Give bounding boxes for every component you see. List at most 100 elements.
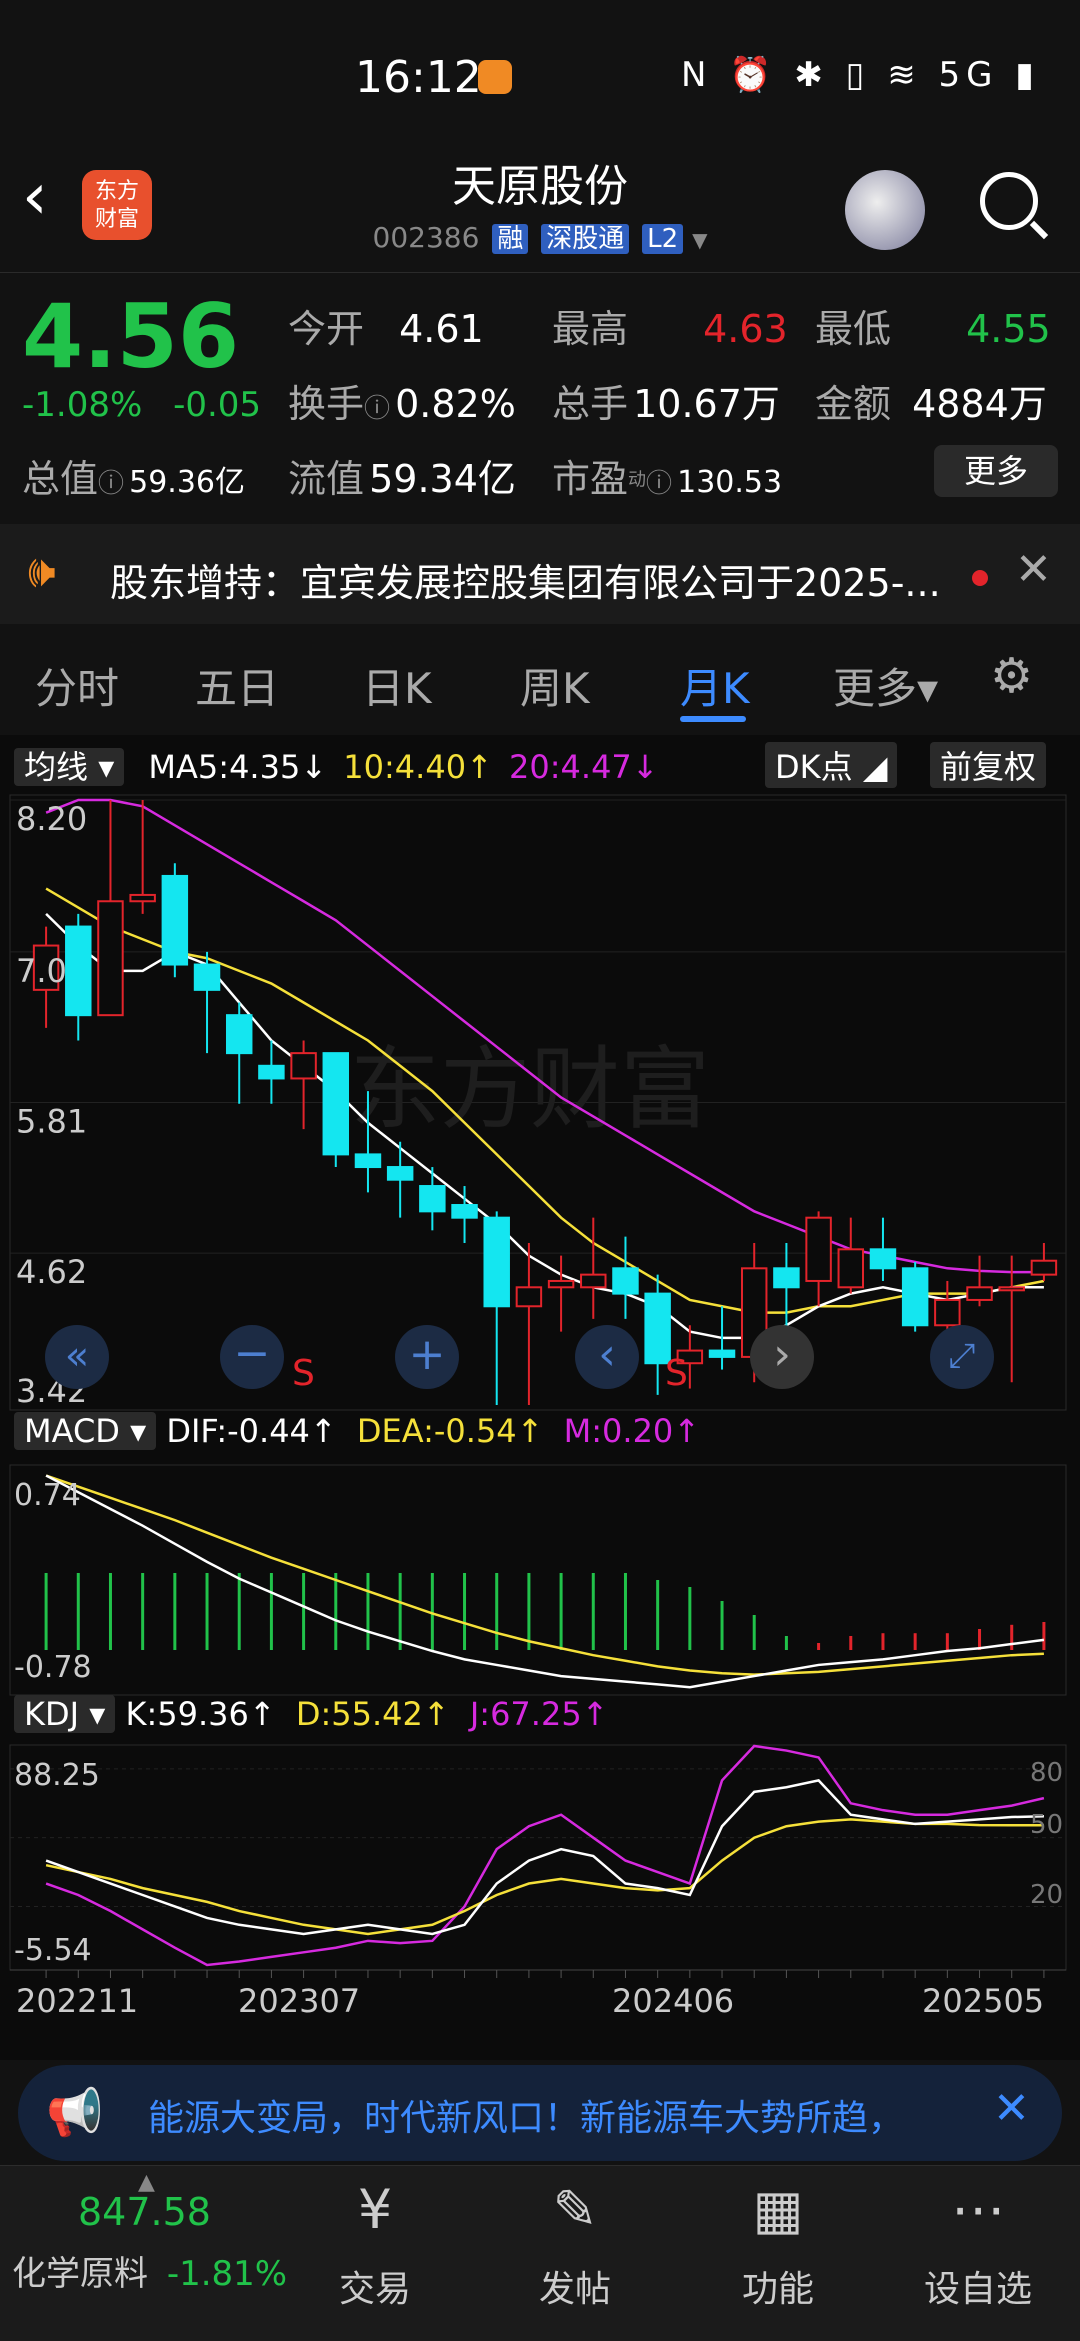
low-label: 最低 (815, 307, 892, 351)
adjust-button[interactable]: 前复权 (930, 742, 1047, 788)
kline-y-tick: 5.81 (16, 1103, 87, 1141)
candle-body (612, 1267, 639, 1295)
banner-text: 能源大变局，时代新风口！新能源车大势所趋， (148, 2098, 905, 2139)
macd-selector[interactable]: MACD ▾ (14, 1412, 157, 1450)
turnover-cell: 换手ⓘ 0.82% (288, 373, 516, 428)
index-row[interactable]: 化学原料 -1.81% (12, 2246, 287, 2295)
candle-body (837, 1248, 865, 1289)
tag-l2: L2 (642, 224, 684, 254)
pe-cell: 市盈动ⓘ 130.53 (552, 448, 782, 503)
d-label: D:55.42↑ (295, 1695, 450, 1733)
promo-banner[interactable]: 📢 能源大变局，时代新风口！新能源车大势所趋， ✕ (18, 2065, 1062, 2161)
kline-legend: 均线 ▾ MA5:4.35↓ 10:4.40↑ 20:4.47↓ (14, 742, 659, 788)
tab-intraday[interactable]: 分时 (35, 655, 119, 716)
info-icon[interactable]: ⓘ (98, 469, 124, 499)
float-label: 流值 (288, 457, 365, 501)
gear-icon[interactable]: ⚙ (990, 648, 1033, 704)
macd-frame (9, 1464, 1067, 1696)
volume-cell: 总手 10.67万 (552, 373, 780, 428)
candle-body (290, 1052, 317, 1080)
nav-watchlist[interactable]: 设自选 (898, 2260, 1058, 2312)
x-axis: 202211 202307 202406 202505 (10, 1969, 1066, 2020)
low-cell: 最低 4.55 (815, 298, 1051, 353)
kdj-ref-50: 50 (1030, 1810, 1064, 1840)
mktcap-label: 总值 (22, 457, 99, 501)
indicator-label: 均线 (24, 748, 89, 786)
kdj-label: KDJ (24, 1695, 80, 1733)
index-name: 化学原料 (12, 2254, 148, 2294)
mktcap-value: 59.36亿 (129, 465, 246, 500)
candle-body (1030, 1259, 1058, 1276)
candle-body (547, 1279, 575, 1289)
kdj-selector[interactable]: KDJ ▾ (14, 1695, 116, 1733)
tab-weekly-k[interactable]: 周K (520, 655, 590, 716)
mktcap-cell: 总值ⓘ 59.36亿 (22, 448, 245, 503)
trade-icon[interactable]: ¥ (295, 2178, 455, 2241)
candle-body (225, 1014, 253, 1055)
notification-icon (478, 60, 512, 94)
nav-function[interactable]: 功能 (698, 2260, 858, 2312)
candle-body (901, 1267, 929, 1327)
candle-body (773, 1267, 800, 1289)
open-cell: 今开 4.61 (288, 298, 484, 353)
chevron-down-icon[interactable]: ▼ (692, 228, 707, 252)
pe-value: 130.53 (677, 465, 783, 500)
robot-assistant-icon[interactable] (845, 170, 925, 250)
volume-label: 总手 (552, 382, 629, 426)
nav-trade[interactable]: 交易 (295, 2260, 455, 2312)
dif-line (45, 1474, 1045, 1689)
tab-more[interactable]: 更多▾ (833, 655, 938, 716)
close-icon[interactable]: ✕ (1015, 544, 1052, 595)
kline-y-tick: 8.20 (16, 800, 87, 838)
tab-five-day[interactable]: 五日 (195, 655, 279, 716)
notice-bar[interactable]: 🕪 股东增持：宜宾发展控股集团有限公司于2025-... ✕ (0, 524, 1080, 624)
watchlist-icon[interactable]: ⋯ (898, 2178, 1058, 2241)
macd-label: MACD (24, 1412, 120, 1450)
x-axis-label: 202505 (922, 1982, 1044, 2020)
info-icon[interactable]: ⓘ (646, 469, 672, 499)
candle-body (193, 963, 221, 991)
zoom-out-icon[interactable]: − (220, 1325, 284, 1389)
candle-body (966, 1286, 993, 1301)
prev-icon[interactable]: ‹ (575, 1325, 639, 1389)
kdj-ybot: -5.54 (14, 1933, 92, 1968)
notice-text: 股东增持：宜宾发展控股集团有限公司于2025-... (110, 561, 941, 605)
k-label: K:59.36↑ (125, 1695, 276, 1733)
indicator-selector[interactable]: 均线 ▾ (14, 748, 125, 786)
candle-body (161, 874, 189, 966)
status-time: 16:12 (355, 52, 482, 103)
active-tab-indicator (680, 716, 746, 722)
k-line (45, 1779, 1044, 1936)
candle-body (129, 893, 156, 903)
speaker-icon: 🕪 (28, 546, 56, 597)
close-icon[interactable]: ✕ (993, 2083, 1030, 2134)
post-icon[interactable]: ✎ (495, 2178, 655, 2241)
megaphone-icon: 📢 (46, 2085, 104, 2139)
x-axis-label: 202211 (16, 1982, 138, 2020)
m-label: M:0.20↑ (563, 1412, 701, 1450)
next-icon[interactable]: › (750, 1325, 814, 1389)
nav-post[interactable]: 发帖 (495, 2260, 655, 2312)
j-label: J:67.25↑ (469, 1695, 609, 1733)
dk-button[interactable]: DK点 ◢ (765, 742, 898, 788)
candle-body (322, 1052, 350, 1156)
turnover-label: 换手 (288, 382, 365, 426)
more-button[interactable]: 更多 (934, 445, 1058, 497)
info-icon[interactable]: ⓘ (364, 394, 390, 424)
pe-superscript: 动 (628, 469, 647, 491)
search-icon[interactable] (980, 172, 1038, 230)
turnover-value: 0.82% (395, 382, 516, 426)
candle-body (998, 1286, 1025, 1292)
fullscreen-icon[interactable]: ⤢ (930, 1325, 994, 1389)
zoom-in-icon[interactable]: + (395, 1325, 459, 1389)
rewind-icon[interactable]: « (45, 1325, 109, 1389)
last-price: 4.56 (22, 285, 240, 388)
tab-daily-k[interactable]: 日K (362, 655, 432, 716)
candle-body (258, 1064, 285, 1080)
function-grid-icon[interactable]: ▦ (698, 2178, 858, 2241)
float-cell: 流值 59.34亿 (288, 448, 516, 503)
x-axis-label: 202307 (238, 1982, 360, 2020)
tab-monthly-k[interactable]: 月K (680, 655, 750, 716)
high-label: 最高 (552, 307, 629, 351)
status-bar: 16:12 N ⏰ ✱ ▯ ≋ 5G ▮ (0, 0, 1080, 150)
